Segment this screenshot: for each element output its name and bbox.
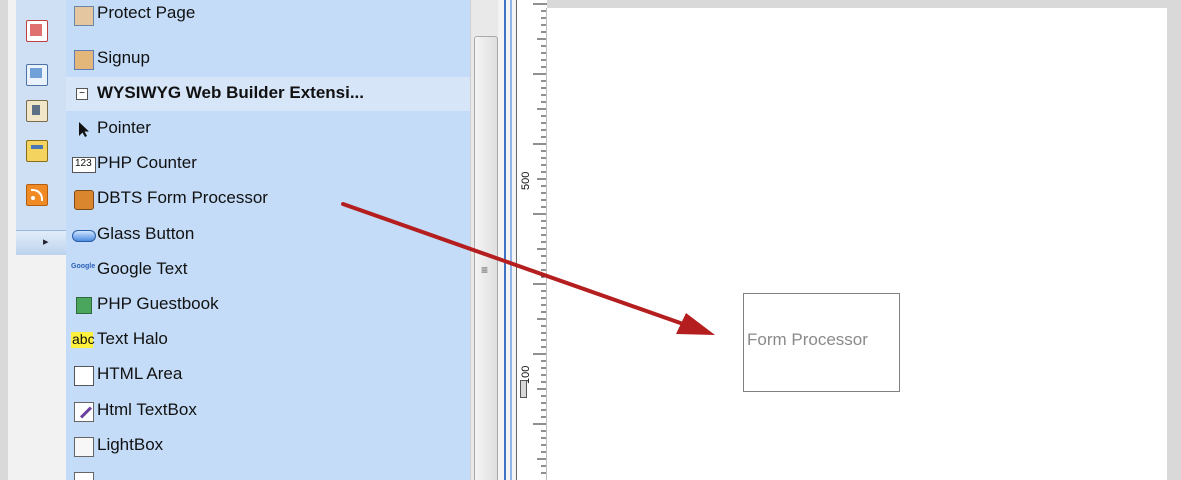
drag-arrow-overlay [341,202,715,335]
drag-arrow-head [676,313,715,335]
drag-arrow-line [341,202,688,327]
app-window: ▸ Protect Page Signup − WYSIWYG Web Buil… [0,0,1181,480]
